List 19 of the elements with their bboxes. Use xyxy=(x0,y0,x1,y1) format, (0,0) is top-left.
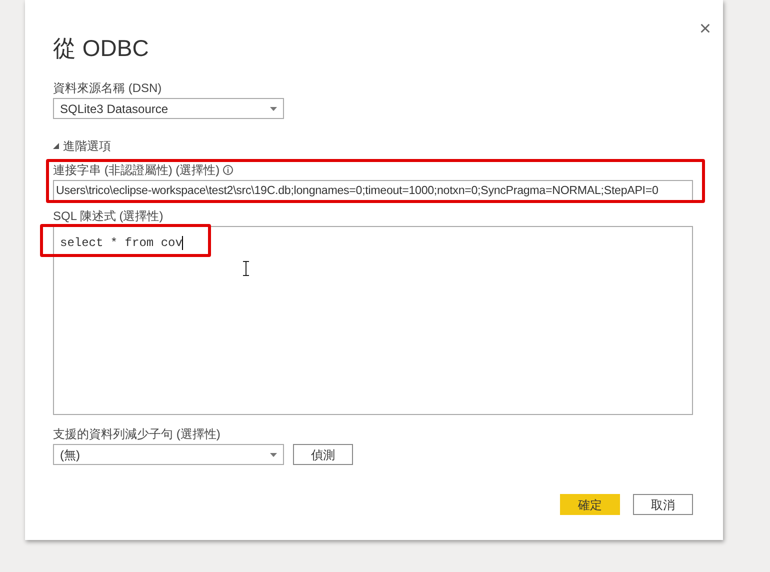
triangle-icon xyxy=(53,143,59,149)
row-reduction-dropdown[interactable]: (無) xyxy=(53,444,284,465)
dsn-label: 資料來源名稱 (DSN) xyxy=(53,81,162,95)
close-button[interactable]: × xyxy=(695,18,715,40)
detect-button[interactable]: 偵測 xyxy=(293,444,353,465)
connection-string-label: 連接字串 (非認證屬性) (選擇性) xyxy=(53,163,220,177)
row-reduction-label: 支援的資料列減少子句 (選擇性) xyxy=(53,427,220,441)
text-cursor-icon xyxy=(242,261,250,276)
cancel-button[interactable]: 取消 xyxy=(633,494,693,515)
sql-statement-label: SQL 陳述式 (選擇性) xyxy=(53,209,164,223)
dialog-title: 從 ODBC xyxy=(53,34,149,62)
advanced-options-toggle[interactable]: 進階選項 xyxy=(53,139,111,153)
caret-icon xyxy=(270,452,277,456)
caret-icon xyxy=(270,106,277,110)
dsn-dropdown[interactable]: SQLite3 Datasource xyxy=(53,98,284,119)
connection-string-field[interactable]: Users\trico\eclipse-workspace\test2\src\19C.db;longnames=0;timeout=1000;notxn=0;SyncPragma=NORMAL;StepAPI=0 xyxy=(53,180,693,201)
sql-statement-field[interactable]: select * from cov xyxy=(53,226,693,415)
info-icon xyxy=(222,165,233,175)
ok-button[interactable]: 確定 xyxy=(560,494,620,515)
